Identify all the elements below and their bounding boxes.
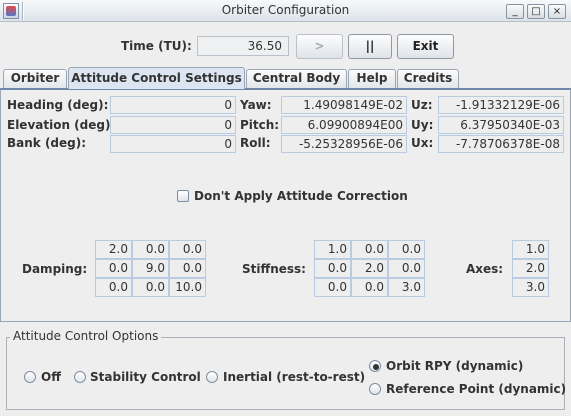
tab-credits[interactable]: Credits bbox=[397, 69, 459, 88]
elevation-label: Elevation (deg): bbox=[7, 118, 116, 132]
options-group-title: Attitude Control Options bbox=[10, 329, 162, 343]
radio-stability-control-label: Stability Control bbox=[90, 370, 201, 384]
yaw-field[interactable]: 1.49098149E-02 bbox=[281, 96, 407, 114]
stiffness-cell[interactable]: 0.0 bbox=[351, 278, 388, 297]
ux-field[interactable]: -7.78706378E-08 bbox=[438, 135, 564, 153]
roll-field[interactable]: -5.25328956E-06 bbox=[281, 135, 407, 153]
tab-label: Help bbox=[356, 71, 388, 85]
close-button[interactable]: × bbox=[548, 4, 566, 19]
damping-cell[interactable]: 0.0 bbox=[169, 240, 206, 259]
stiffness-cell[interactable]: 2.0 bbox=[351, 259, 388, 278]
radio-off[interactable] bbox=[24, 371, 36, 383]
damping-cell[interactable]: 2.0 bbox=[95, 240, 132, 259]
axes-label: Axes: bbox=[466, 262, 504, 276]
damping-cell[interactable]: 0.0 bbox=[95, 259, 132, 278]
radio-inertial-label: Inertial (rest-to-rest) bbox=[223, 370, 366, 384]
radio-reference-point[interactable] bbox=[369, 383, 381, 395]
uy-field[interactable]: 6.37950340E-03 bbox=[438, 116, 564, 134]
pitch-label: Pitch: bbox=[240, 118, 280, 132]
radio-orbit-rpy-label: Orbit RPY (dynamic) bbox=[386, 359, 524, 373]
minimize-icon: _ bbox=[512, 6, 518, 17]
axes-cell[interactable]: 1.0 bbox=[512, 240, 549, 259]
tab-central-body[interactable]: Central Body bbox=[246, 69, 347, 88]
damping-cell[interactable]: 0.0 bbox=[132, 240, 169, 259]
stiffness-cell[interactable]: 1.0 bbox=[314, 240, 351, 259]
radio-selected-dot bbox=[373, 364, 379, 370]
stiffness-cell[interactable]: 0.0 bbox=[388, 240, 425, 259]
stiffness-cell[interactable]: 3.0 bbox=[388, 278, 425, 297]
radio-off-label: Off bbox=[41, 370, 61, 384]
close-icon: × bbox=[552, 6, 562, 17]
heading-field[interactable]: 0 bbox=[110, 96, 236, 114]
damping-cell[interactable]: 0.0 bbox=[95, 278, 132, 297]
tab-label: Central Body bbox=[252, 71, 341, 85]
stiffness-cell[interactable]: 0.0 bbox=[314, 278, 351, 297]
damping-cell[interactable]: 0.0 bbox=[169, 259, 206, 278]
axes-cell[interactable]: 2.0 bbox=[512, 259, 549, 278]
stiffness-cell[interactable]: 0.0 bbox=[314, 259, 351, 278]
uy-label: Uy: bbox=[411, 118, 434, 132]
damping-cell[interactable]: 0.0 bbox=[132, 278, 169, 297]
pitch-field[interactable]: 6.09900894E00 bbox=[281, 116, 407, 134]
heading-label: Heading (deg): bbox=[7, 98, 109, 112]
title-bar: Orbiter Configuration _ □ × bbox=[0, 0, 571, 22]
maximize-button[interactable]: □ bbox=[527, 4, 545, 19]
maximize-icon: □ bbox=[531, 6, 541, 17]
play-button[interactable]: > bbox=[296, 34, 343, 59]
stiffness-cell[interactable]: 0.0 bbox=[388, 259, 425, 278]
radio-reference-point-label: Reference Point (dynamic) bbox=[386, 382, 567, 396]
attitude-correction-checkbox[interactable] bbox=[177, 190, 189, 202]
minimize-button[interactable]: _ bbox=[506, 4, 524, 19]
pause-button[interactable]: || bbox=[348, 34, 392, 59]
exit-button[interactable]: Exit bbox=[397, 34, 454, 59]
damping-cell[interactable]: 9.0 bbox=[132, 259, 169, 278]
window-title: Orbiter Configuration bbox=[221, 3, 350, 17]
attitude-correction-label: Don't Apply Attitude Correction bbox=[194, 189, 408, 203]
tab-orbiter[interactable]: Orbiter bbox=[3, 69, 67, 88]
bank-label: Bank (deg): bbox=[7, 136, 87, 150]
tab-label: Orbiter bbox=[10, 71, 60, 85]
radio-inertial[interactable] bbox=[206, 371, 218, 383]
damping-label: Damping: bbox=[22, 262, 88, 276]
time-field[interactable]: 36.50 bbox=[197, 36, 289, 56]
tab-label: Attitude Control Settings bbox=[71, 71, 242, 85]
roll-label: Roll: bbox=[240, 136, 271, 150]
uz-field[interactable]: -1.91332129E-06 bbox=[438, 96, 564, 114]
stiffness-label: Stiffness: bbox=[242, 262, 306, 276]
uz-label: Uz: bbox=[411, 98, 433, 112]
tab-label: Credits bbox=[403, 71, 453, 85]
bank-field[interactable]: 0 bbox=[110, 135, 236, 153]
elevation-field[interactable]: 0 bbox=[110, 116, 236, 134]
time-label: Time (TU): bbox=[121, 39, 192, 53]
damping-cell[interactable]: 10.0 bbox=[169, 278, 206, 297]
tab-attitude-control-settings[interactable]: Attitude Control Settings bbox=[68, 67, 245, 89]
tab-help[interactable]: Help bbox=[348, 69, 396, 88]
radio-stability-control[interactable] bbox=[74, 371, 86, 383]
stiffness-cell[interactable]: 0.0 bbox=[351, 240, 388, 259]
ux-label: Ux: bbox=[411, 136, 434, 150]
axes-cell[interactable]: 3.0 bbox=[512, 278, 549, 297]
yaw-label: Yaw: bbox=[240, 98, 272, 112]
radio-orbit-rpy[interactable] bbox=[369, 360, 381, 372]
